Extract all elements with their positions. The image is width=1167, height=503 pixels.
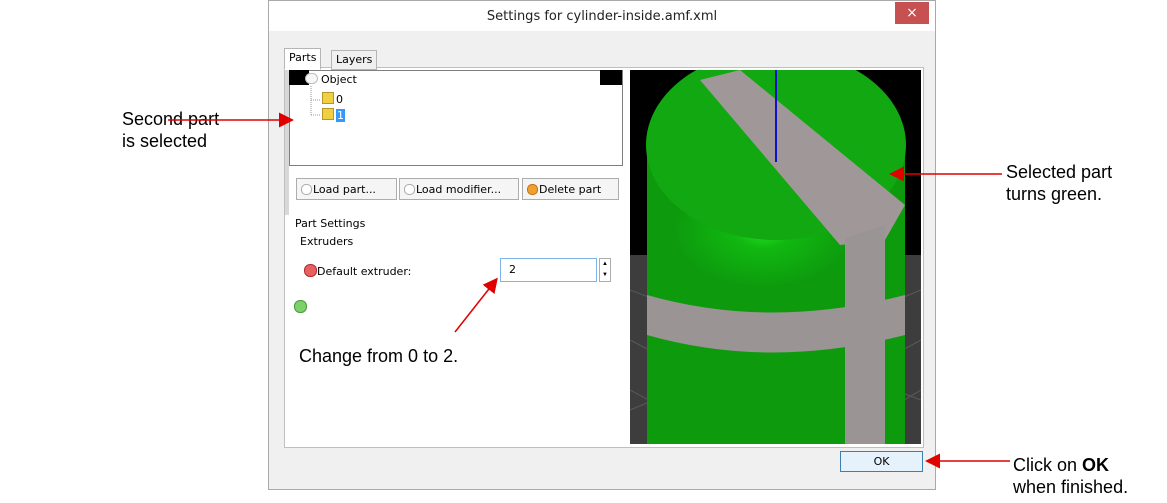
load-modifier-icon bbox=[404, 184, 415, 195]
side-stripe bbox=[845, 225, 885, 444]
annotation-change: Change from 0 to 2. bbox=[299, 346, 459, 366]
extruder-spinner[interactable]: ▲ ▼ bbox=[599, 258, 611, 282]
annotation-line: when finished. bbox=[1013, 477, 1129, 497]
annotation-click-ok: Click on OK when finished. bbox=[1013, 454, 1128, 498]
cube-icon bbox=[322, 92, 334, 104]
tree-node-label: 1 bbox=[336, 109, 345, 122]
cylinder-render bbox=[630, 70, 921, 444]
add-icon[interactable] bbox=[294, 300, 307, 313]
delete-part-button[interactable]: Delete part bbox=[522, 178, 619, 200]
title-bar: Settings for cylinder-inside.amf.xml × bbox=[269, 1, 935, 31]
ok-button[interactable]: OK bbox=[840, 451, 923, 472]
tree-node-part-1[interactable]: 1 bbox=[322, 108, 345, 122]
window-title: Settings for cylinder-inside.amf.xml bbox=[486, 9, 718, 24]
annotation-selected-part: Selected part turns green. bbox=[1006, 161, 1112, 205]
tree-node-label: Object bbox=[321, 73, 357, 86]
button-label: Delete part bbox=[539, 183, 602, 196]
cube-icon bbox=[322, 108, 334, 120]
button-label: Load part... bbox=[313, 183, 376, 196]
remove-icon[interactable] bbox=[304, 264, 317, 277]
load-part-button[interactable]: Load part... bbox=[296, 178, 397, 200]
tree-node-object[interactable]: Object bbox=[305, 73, 357, 86]
object-icon bbox=[305, 73, 318, 84]
load-part-icon bbox=[301, 184, 312, 195]
tree-node-part-0[interactable]: 0 bbox=[322, 92, 343, 106]
default-extruder-label: Default extruder: bbox=[317, 265, 412, 278]
part-settings-heading: Part Settings bbox=[295, 217, 366, 230]
extruders-group-label: Extruders bbox=[300, 235, 354, 248]
delete-part-icon bbox=[527, 184, 538, 195]
tree-node-label: 0 bbox=[336, 93, 343, 106]
annotation-text: Click on bbox=[1013, 455, 1083, 475]
button-label: Load modifier... bbox=[416, 183, 502, 196]
close-button[interactable]: × bbox=[895, 2, 929, 24]
tab-parts[interactable]: Parts bbox=[284, 48, 322, 70]
default-extruder-input[interactable]: 2 bbox=[500, 258, 597, 282]
3d-preview[interactable] bbox=[630, 70, 921, 444]
annotation-line: turns green. bbox=[1006, 184, 1103, 204]
annotation-bold-ok: OK bbox=[1082, 455, 1110, 475]
annotation-line: Selected part bbox=[1006, 162, 1113, 182]
annotation-line: Click on OK bbox=[1013, 454, 1128, 476]
annotation-line: Second part bbox=[122, 109, 220, 129]
default-extruder-row: Default extruder: bbox=[304, 264, 411, 278]
tab-layers[interactable]: Layers bbox=[331, 50, 378, 70]
annotation-line: is selected bbox=[122, 131, 208, 151]
annotation-second-part: Second part is selected bbox=[122, 108, 219, 152]
load-modifier-button[interactable]: Load modifier... bbox=[399, 178, 519, 200]
tree-header-right bbox=[600, 70, 622, 85]
